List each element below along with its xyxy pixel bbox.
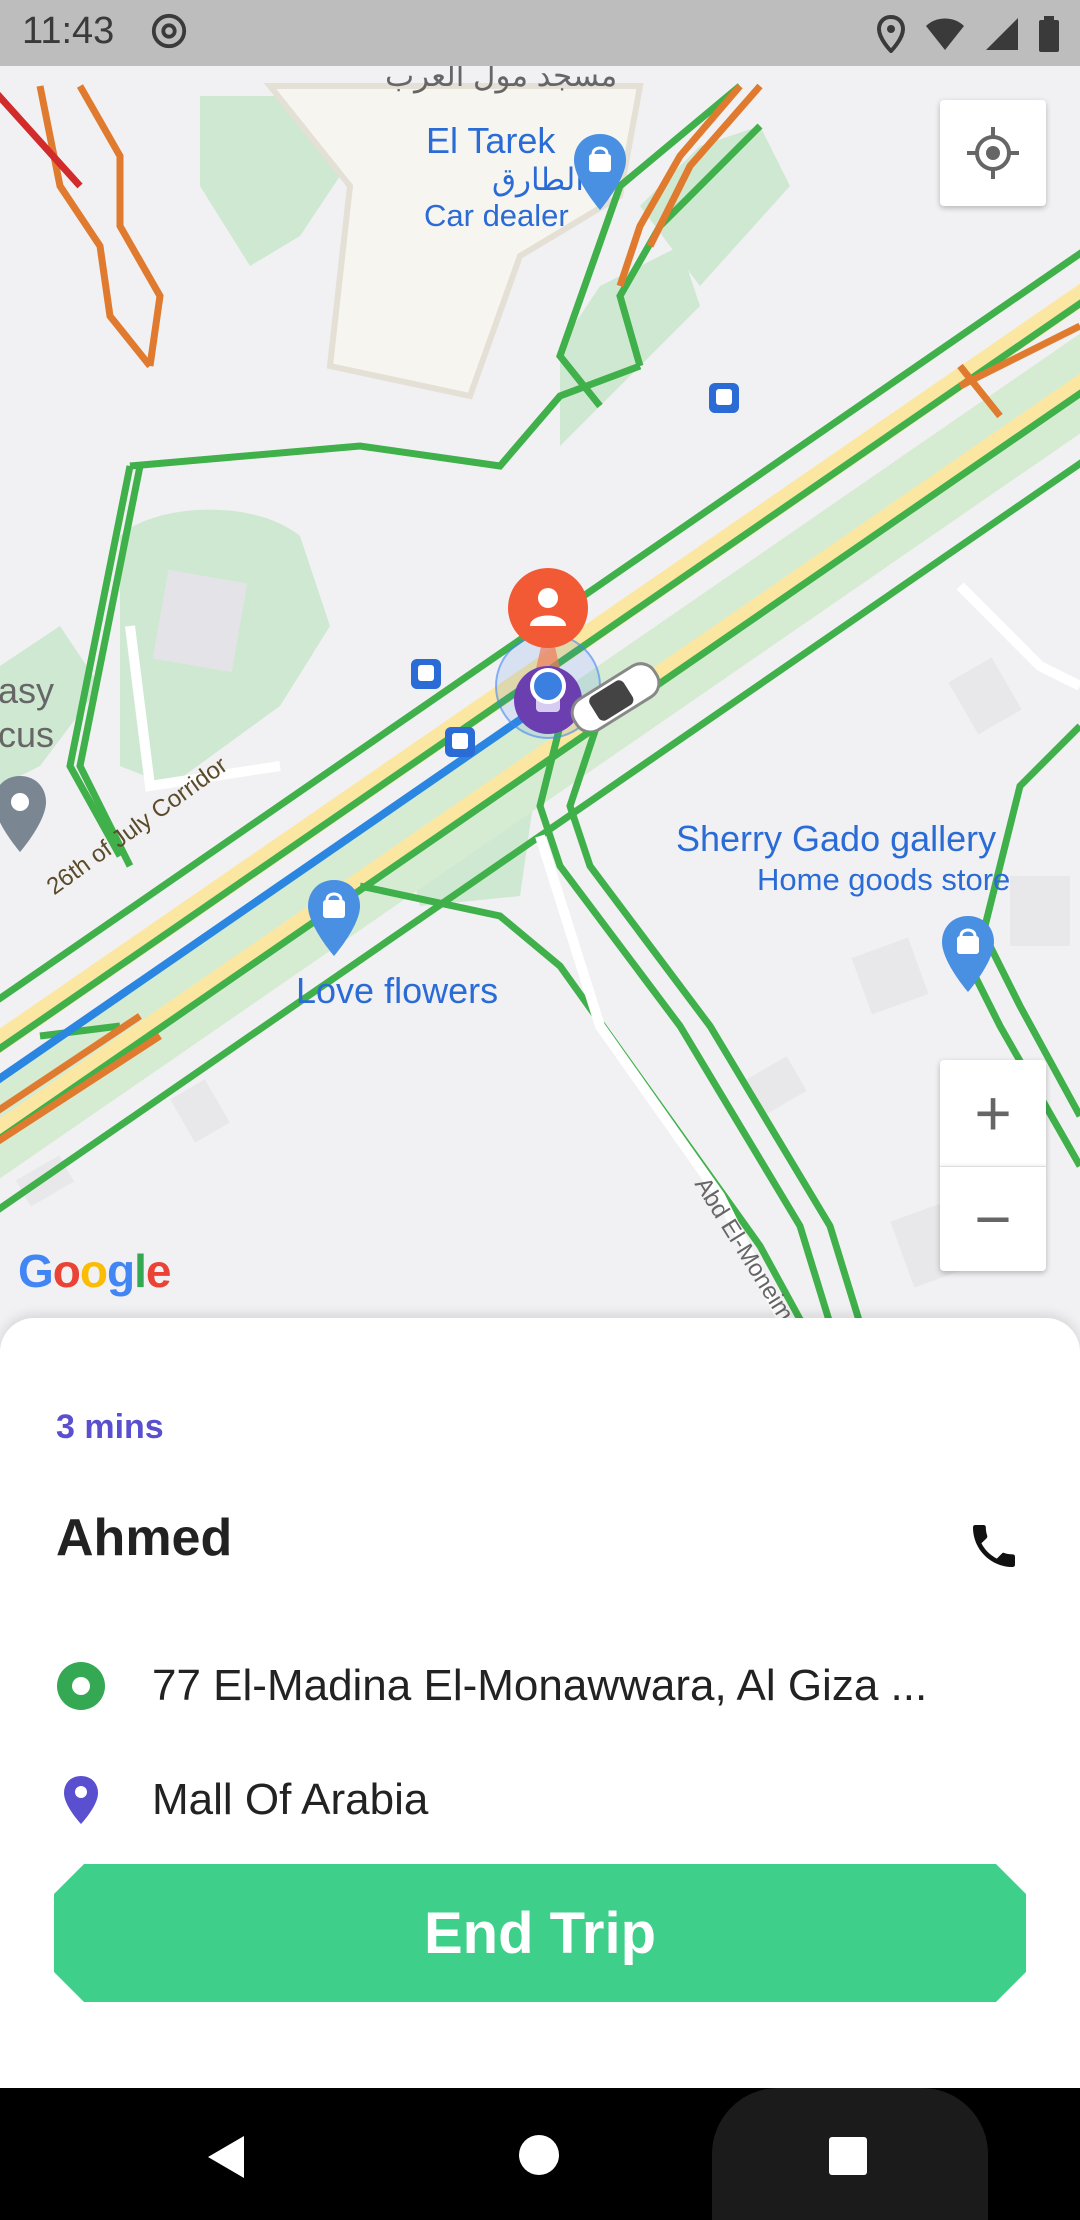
dropoff-pin-icon xyxy=(64,1776,98,1824)
shopping-pin-icon[interactable] xyxy=(940,914,996,994)
place-pin-icon[interactable] xyxy=(0,774,48,854)
shopping-pin-icon[interactable] xyxy=(572,132,628,212)
status-time: 11:43 xyxy=(22,10,115,52)
shopping-pin-icon[interactable] xyxy=(306,878,362,958)
bus-stop-icon[interactable] xyxy=(708,382,740,414)
dropoff-address: Mall Of Arabia xyxy=(152,1775,429,1824)
map-label-el-tarek[interactable]: El Tarek xyxy=(426,120,555,162)
pickup-dot-icon xyxy=(57,1662,105,1710)
phone-call-icon[interactable] xyxy=(966,1518,1022,1574)
my-location-button[interactable] xyxy=(940,100,1046,206)
zoom-out-button[interactable]: − xyxy=(940,1166,1046,1271)
driver-name: Ahmed xyxy=(56,1509,233,1567)
dropoff-row: Mall Of Arabia xyxy=(56,1770,1016,1830)
map-label-el-tarek-arabic[interactable]: الطارق xyxy=(492,162,584,198)
trip-sheet: 3 mins Ahmed 77 El-Madina El-Monawwara, … xyxy=(0,1318,1080,2088)
home-icon[interactable] xyxy=(518,2134,560,2176)
battery-icon xyxy=(1039,16,1059,52)
location-icon xyxy=(876,15,906,53)
zoom-in-button[interactable]: + xyxy=(940,1060,1046,1166)
back-icon[interactable] xyxy=(204,2134,250,2180)
signal-icon xyxy=(986,18,1018,50)
map-label-car-dealer[interactable]: Car dealer xyxy=(424,198,569,234)
bus-stop-icon[interactable] xyxy=(410,658,442,690)
status-bar: 11:43 xyxy=(0,0,1080,66)
bus-stop-icon[interactable] xyxy=(444,726,476,758)
pickup-row: 77 El-Madina El-Monawwara, Al Giza ... xyxy=(56,1656,1016,1716)
map-label-easy-partial: asy xyxy=(0,670,55,711)
recents-icon[interactable] xyxy=(828,2136,868,2176)
wifi-icon xyxy=(926,18,964,50)
car-marker-icon xyxy=(570,662,661,732)
map-view[interactable]: مسجد مول العرب El Tarek الطارق Car deale… xyxy=(0,66,1080,1356)
map-label-sherry-gado[interactable]: Sherry Gado gallery xyxy=(676,818,996,860)
system-nav-bar xyxy=(0,2088,1080,2220)
map-label-home-goods[interactable]: Home goods store xyxy=(757,862,1010,898)
google-logo: Google xyxy=(18,1245,171,1297)
end-trip-button[interactable]: End Trip xyxy=(54,1864,1026,2002)
map-label-cus-partial: cus xyxy=(0,714,55,755)
pickup-address: 77 El-Madina El-Monawwara, Al Giza ... xyxy=(152,1661,928,1710)
my-location-icon xyxy=(967,127,1019,179)
at-sign-icon xyxy=(151,13,187,49)
eta-label: 3 mins xyxy=(56,1408,164,1446)
map-label-love-flowers[interactable]: Love flowers xyxy=(296,970,498,1012)
map-label-mosque[interactable]: مسجد مول العرب xyxy=(385,66,617,94)
